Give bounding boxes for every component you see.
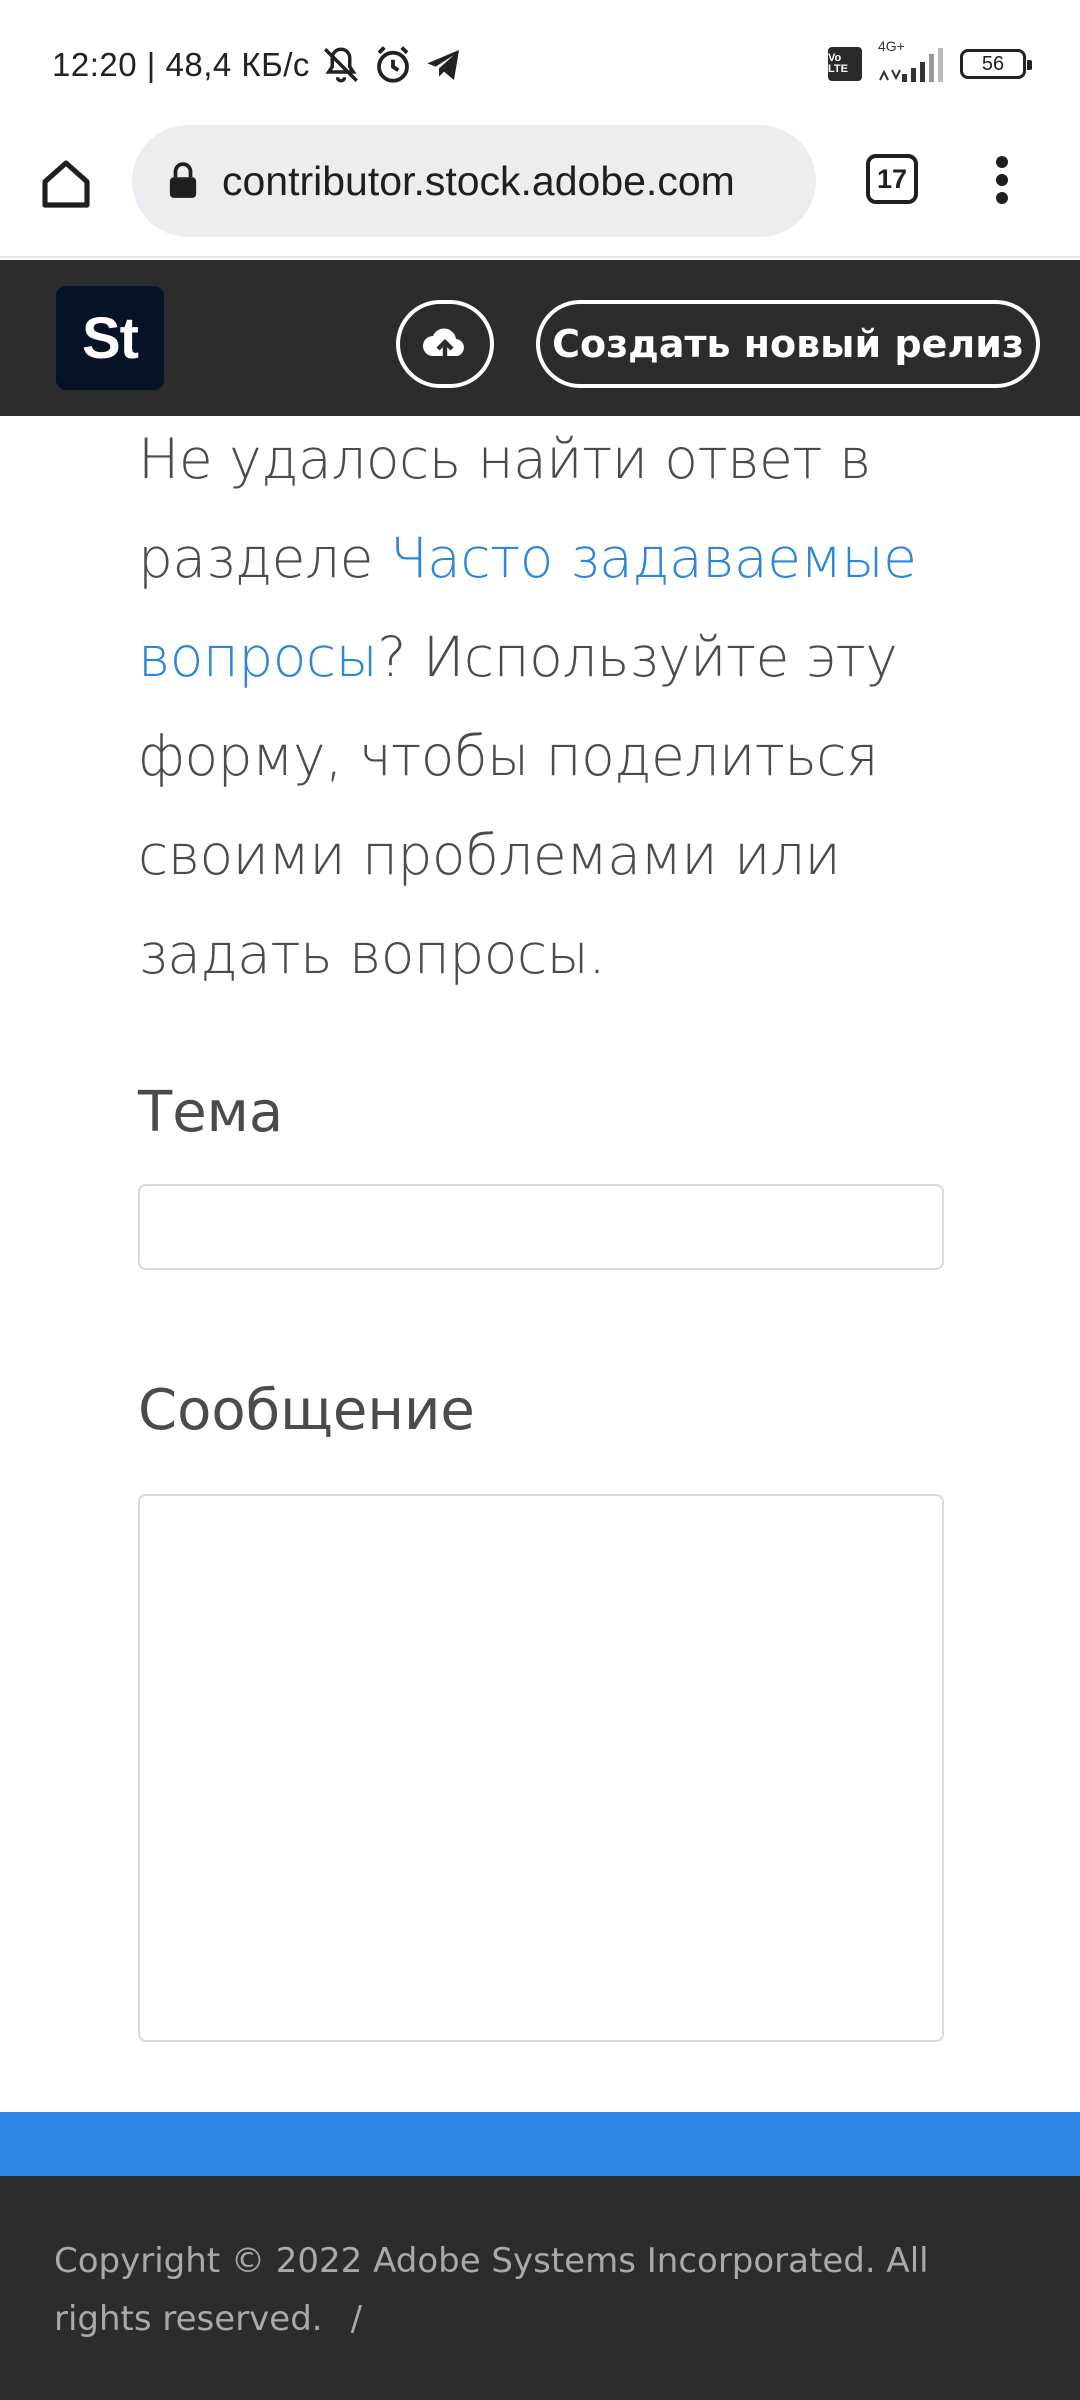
message-textarea[interactable] [138,1494,944,2042]
topic-input[interactable] [138,1184,944,1270]
upload-button[interactable] [396,300,494,388]
signal-icon: 4G+ [876,38,946,84]
site-header: St Создать новый релиз [0,260,1080,416]
footer-separator: / [350,2299,363,2339]
tabs-button[interactable]: 17 [866,154,918,204]
volte-icon: Vo LTE [828,47,862,81]
dot [996,174,1008,186]
footer-text: Copyright © 2022 Adobe Systems Incorpora… [54,2232,1014,2348]
telegram-icon [424,45,464,85]
mute-icon [320,44,362,86]
browser-toolbar: contributor.stock.adobe.com 17 [0,120,1080,258]
status-left: 12:20 | 48,4 КБ/с [52,44,464,86]
dot [996,192,1008,204]
address-bar[interactable]: contributor.stock.adobe.com [132,125,816,237]
topic-label: Тема [138,1080,284,1145]
home-icon [42,160,90,208]
intro-text: Не удалось найти ответ в разделе Часто з… [138,410,958,1004]
adobe-stock-logo[interactable]: St [56,286,164,390]
cloud-upload-icon [423,328,464,360]
footer: Copyright © 2022 Adobe Systems Incorpora… [0,2176,1080,2400]
home-button[interactable] [30,148,102,220]
footer-accent-band [0,2112,1080,2176]
more-menu-button[interactable] [980,150,1024,210]
create-release-label: Создать новый релиз [552,322,1024,366]
status-time-speed: 12:20 | 48,4 КБ/с [52,46,310,83]
message-label: Сообщение [138,1378,475,1443]
status-bar: 12:20 | 48,4 КБ/с Vo LTE 4G+ 56 [0,0,1080,120]
create-release-button[interactable]: Создать новый релиз [536,300,1040,388]
battery-level: 56 [981,52,1005,75]
battery-icon: 56 [960,49,1032,79]
lock-icon [168,162,198,200]
logo-text: St [82,305,139,371]
tab-count: 17 [876,163,908,194]
copyright-text: Copyright © 2022 Adobe Systems Incorpora… [54,2241,929,2339]
dot [996,156,1008,168]
alarm-icon [372,44,414,86]
status-right: Vo LTE 4G+ 56 [828,38,1032,84]
url-text: contributor.stock.adobe.com [222,157,735,204]
